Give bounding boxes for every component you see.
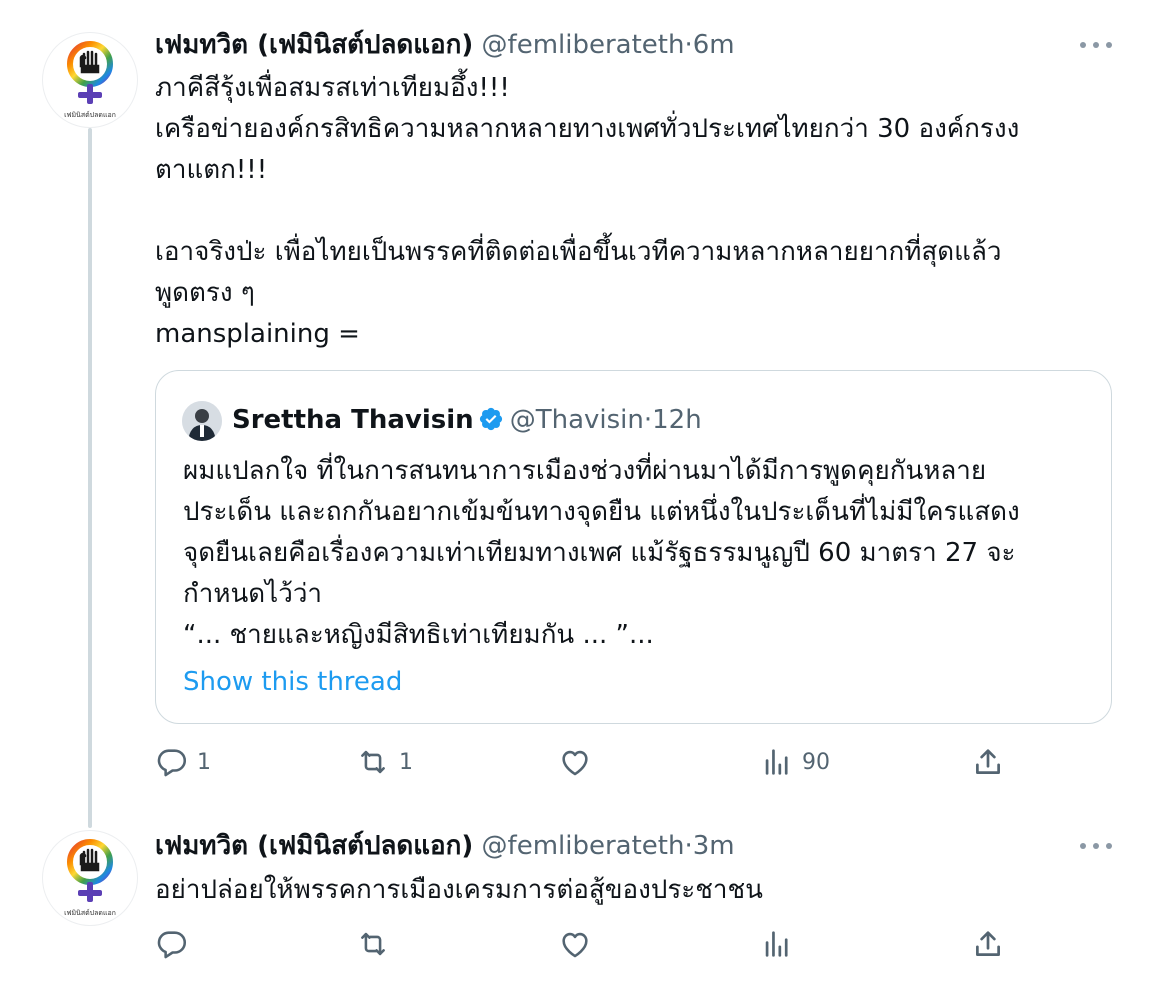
quoted-tweet-text: ผมแปลกใจ ที่ในการสนทนาการเมืองช่วงที่ผ่า… — [183, 456, 1020, 650]
like-button[interactable] — [557, 924, 601, 964]
reply-icon — [157, 749, 187, 777]
retweet-icon — [361, 750, 385, 774]
separator-dot: · — [684, 30, 693, 60]
reply-count: 1 — [197, 749, 211, 775]
tweet-header: เฟมทวิต (เฟมินิสต์ปลดแอก) @femliberateth… — [155, 829, 735, 863]
more-options-button[interactable] — [1080, 829, 1112, 863]
more-options-button[interactable] — [1080, 28, 1112, 62]
person-avatar-icon — [182, 401, 222, 441]
views-button[interactable]: 90 — [760, 742, 830, 782]
quoted-author-avatar[interactable] — [182, 401, 222, 441]
thread-connector-line — [88, 128, 92, 828]
retweet-icon — [361, 932, 385, 956]
author-handle[interactable]: @femliberateth — [482, 831, 685, 861]
author-handle[interactable]: @femliberateth — [482, 30, 685, 60]
more-icon — [1080, 843, 1086, 849]
tweet-text: ภาคีสีรุ้งเพื่อสมรสเท่าเทียมอึ้ง!!! เครื… — [155, 73, 1020, 349]
more-icon — [1080, 42, 1086, 48]
tweet-actions-bar: 1 1 90 — [155, 742, 1015, 782]
like-icon — [562, 932, 588, 958]
share-icon — [976, 749, 1000, 774]
svg-text:เฟมินิสต์ปลดแอก: เฟมินิสต์ปลดแอก — [64, 111, 116, 119]
tweet-header: เฟมทวิต (เฟมินิสต์ปลดแอก) @femliberateth… — [155, 28, 735, 62]
author-name[interactable]: เฟมทวิต (เฟมินิสต์ปลดแอก) — [155, 30, 473, 60]
quoted-tweet-timestamp[interactable]: 12h — [652, 405, 702, 435]
author-avatar[interactable]: เฟมินิสต์ปลดแอก — [42, 32, 138, 128]
verified-badge-icon — [478, 406, 504, 441]
quoted-author-handle[interactable]: @Thavisin — [510, 405, 644, 435]
author-name[interactable]: เฟมทวิต (เฟมินิสต์ปลดแอก) — [155, 831, 473, 861]
tweet-actions-bar — [155, 924, 1015, 964]
views-icon — [765, 931, 788, 957]
views-icon — [765, 749, 788, 775]
retweet-button[interactable]: 1 — [355, 742, 413, 782]
like-button[interactable] — [557, 742, 601, 782]
share-button[interactable] — [971, 742, 1005, 782]
separator-dot: · — [643, 405, 653, 435]
reply-button[interactable]: 1 — [155, 742, 211, 782]
show-thread-link[interactable]: Show this thread — [183, 665, 402, 699]
tweet-text: อย่าปล่อยให้พรรคการเมืองเครมการต่อสู้ของ… — [155, 875, 763, 905]
quoted-tweet-header: Srettha Thavisin @Thavisin·12h — [232, 403, 702, 441]
author-avatar[interactable]: เฟมินิสต์ปลดแอก — [42, 830, 138, 926]
views-count: 90 — [802, 749, 830, 775]
retweet-button[interactable] — [355, 924, 399, 964]
tweet-timestamp[interactable]: 6m — [693, 30, 735, 60]
views-button[interactable] — [760, 924, 802, 964]
separator-dot: · — [684, 831, 693, 861]
share-button[interactable] — [971, 924, 1005, 964]
tweet-timestamp[interactable]: 3m — [693, 831, 735, 861]
reply-button[interactable] — [155, 924, 197, 964]
quoted-tweet[interactable]: Srettha Thavisin @Thavisin·12h ผมแปลกใจ ท… — [155, 370, 1112, 724]
reply-icon — [157, 931, 187, 959]
like-icon — [562, 750, 588, 776]
feminist-logo-icon: เฟมินิสต์ปลดแอก — [64, 839, 116, 917]
svg-text:เฟมินิสต์ปลดแอก: เฟมินิสต์ปลดแอก — [64, 909, 116, 917]
feminist-logo-icon: เฟมินิสต์ปลดแอก — [64, 41, 116, 119]
share-icon — [976, 931, 1000, 956]
retweet-count: 1 — [399, 749, 413, 775]
quoted-author-name[interactable]: Srettha Thavisin — [232, 405, 474, 435]
